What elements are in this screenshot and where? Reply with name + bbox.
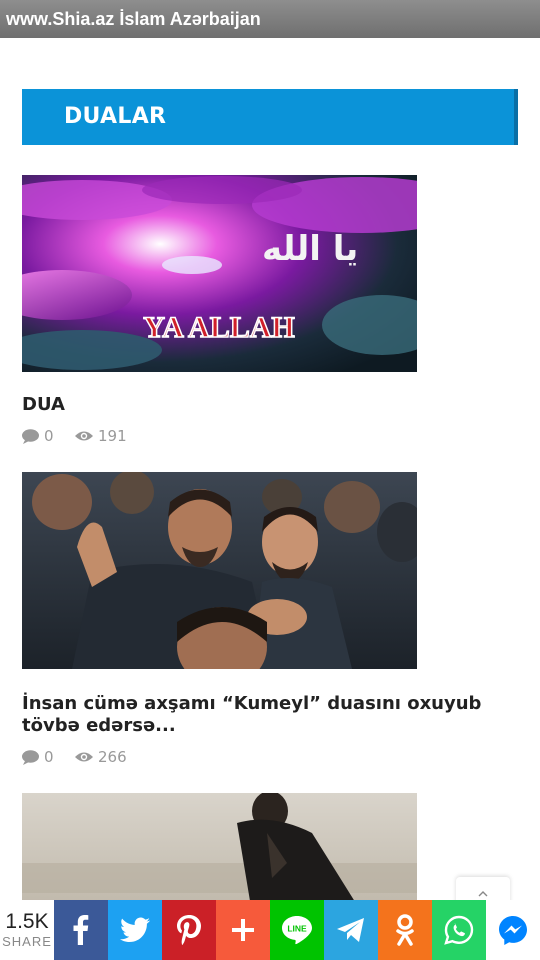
- comment-icon: [22, 428, 39, 444]
- twitter-icon: [120, 917, 150, 942]
- comment-count-value: 0: [44, 427, 54, 445]
- view-count-value: 191: [98, 427, 127, 445]
- share-bar: 1.5K SHARE LINE: [0, 900, 540, 960]
- image-caption: YA ALLAH: [143, 311, 294, 344]
- svg-text:LINE: LINE: [287, 924, 307, 934]
- post-image-praying-men: [22, 472, 417, 669]
- telegram-share-button[interactable]: [324, 900, 378, 960]
- more-share-button[interactable]: [216, 900, 270, 960]
- odnoklassniki-icon: [396, 914, 414, 946]
- eye-icon: [75, 431, 93, 441]
- chevron-up-icon: [478, 891, 488, 897]
- whatsapp-icon: [444, 915, 474, 945]
- facebook-share-button[interactable]: [54, 900, 108, 960]
- view-count-value: 266: [98, 748, 127, 766]
- comment-count: 0: [22, 747, 54, 767]
- pinterest-icon: [177, 915, 201, 945]
- eye-icon: [75, 752, 93, 762]
- comment-count: 0: [22, 426, 54, 446]
- share-count-value: 1.5K: [5, 910, 49, 933]
- comment-icon: [22, 749, 39, 765]
- telegram-icon: [337, 918, 364, 942]
- line-share-button[interactable]: LINE: [270, 900, 324, 960]
- facebook-icon: [73, 915, 89, 945]
- line-icon: LINE: [282, 916, 312, 945]
- section-header: DUALAR: [22, 89, 518, 145]
- post-thumbnail[interactable]: يا الله YA ALLAH: [22, 175, 417, 372]
- odnoklassniki-share-button[interactable]: [378, 900, 432, 960]
- comment-count-value: 0: [44, 748, 54, 766]
- view-count: 266: [75, 747, 127, 767]
- share-counter: 1.5K SHARE: [0, 900, 54, 960]
- plus-icon: [232, 919, 254, 941]
- section-title: DUALAR: [64, 104, 167, 129]
- whatsapp-share-button[interactable]: [432, 900, 486, 960]
- post-image-ya-allah: يا الله YA ALLAH: [22, 175, 417, 372]
- image-arabic-text: يا الله: [262, 229, 358, 269]
- messenger-icon: [499, 916, 527, 945]
- post-thumbnail[interactable]: [22, 472, 417, 669]
- twitter-share-button[interactable]: [108, 900, 162, 960]
- pinterest-share-button[interactable]: [162, 900, 216, 960]
- window-title: www.Shia.az İslam Azərbaijan: [0, 0, 540, 38]
- post-title[interactable]: DUA: [22, 394, 502, 416]
- share-label: SHARE: [2, 934, 52, 949]
- view-count: 191: [75, 426, 127, 446]
- messenger-share-button[interactable]: [486, 900, 540, 960]
- post-title[interactable]: İnsan cümə axşamı “Kumeyl” duasını oxuyu…: [22, 693, 502, 737]
